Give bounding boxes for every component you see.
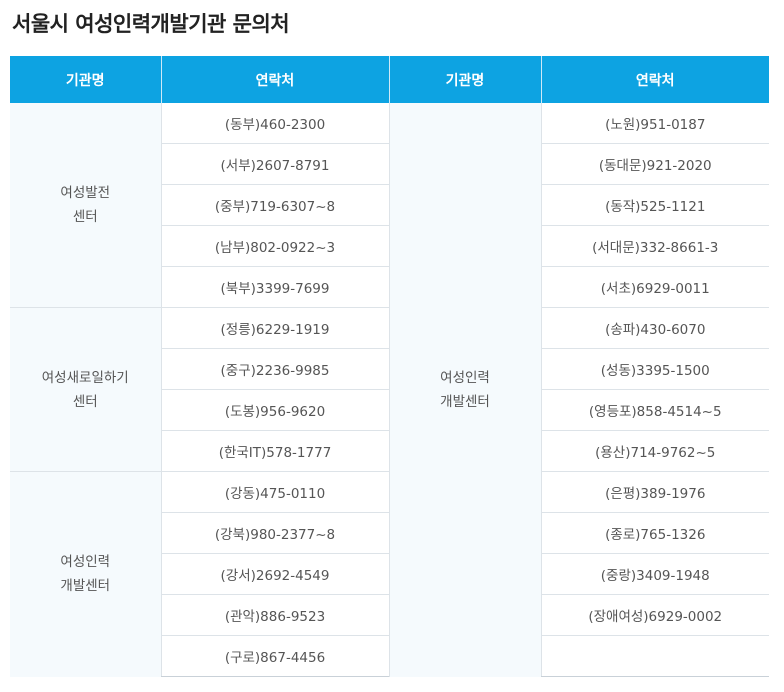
table-row: 여성발전 센터 (동부)460-2300 여성인력 개발센터 (노원)951-0… (10, 103, 769, 677)
table-header-row: 기관명 연락처 기관명 연락처 (10, 56, 769, 103)
contact-cell: (강서)2692-4549 (160, 553, 389, 595)
org-name-line: 여성새로일하기 (41, 369, 129, 386)
contact-cell: (북부)3399-7699 (160, 266, 389, 308)
contact-cell: (관악)886-9523 (160, 594, 389, 636)
org-name-line: 센터 (72, 209, 98, 225)
header-org-left: 기관명 (10, 56, 161, 103)
org-name-line: 여성인력 (60, 554, 111, 571)
contact-cell: (한국IT)578-1777 (160, 430, 389, 472)
org-name-line: 여성발전 (60, 185, 111, 201)
contact-cell: (서대문)332-8661-3 (540, 225, 769, 267)
contact-cell: (동부)460-2300 (160, 103, 389, 144)
org-name-line: 여성인력 (440, 369, 490, 386)
contact-cell: (강북)980-2377~8 (160, 512, 389, 554)
contact-cell: (강동)475-0110 (160, 471, 389, 513)
contact-cell: (용산)714-9762~5 (540, 430, 769, 472)
header-contact-left: 연락처 (160, 56, 389, 103)
contact-cell: (중부)719-6307~8 (160, 184, 389, 226)
org-name-cell-right: 여성인력 개발센터 (388, 103, 541, 677)
contact-cell: (성동)3395-1500 (540, 348, 769, 390)
contact-cell: (서부)2607-8791 (160, 143, 389, 185)
contact-table: 기관명 연락처 기관명 연락처 여성발전 센터 (동부)460-2300 여성인… (10, 56, 769, 677)
contact-cell-empty (540, 635, 769, 677)
org-name-cell: 여성발전 센터 (10, 103, 161, 308)
contact-cell: (은평)389-1976 (540, 471, 769, 513)
org-name-cell: 여성새로일하기 센터 (10, 307, 161, 472)
contact-cell: (정릉)6229-1919 (160, 307, 389, 349)
header-contact-right: 연락처 (540, 56, 769, 103)
org-name-line: 센터 (72, 393, 98, 410)
contact-cell: (구로)867-4456 (160, 635, 389, 677)
contact-cell: (동대문)921-2020 (540, 143, 769, 185)
contact-cell: (서초)6929-0011 (540, 266, 769, 308)
page-title: 서울시 여성인력개발기관 문의처 (12, 12, 290, 36)
org-name-line: 개발센터 (60, 578, 111, 595)
org-name-cell: 여성인력 개발센터 (10, 471, 161, 677)
contact-cell: (송파)430-6070 (540, 307, 769, 349)
contact-cell: (도봉)956-9620 (160, 389, 389, 431)
contact-cell: (동작)525-1121 (540, 184, 769, 226)
contact-cell: (영등포)858-4514~5 (540, 389, 769, 431)
contact-cell: (중구)2236-9985 (160, 348, 389, 390)
contact-cell: (장애여성)6929-0002 (540, 594, 769, 636)
org-name-line: 개발센터 (440, 393, 490, 410)
contact-cell: (종로)765-1326 (540, 512, 769, 554)
contact-cell: (남부)802-0922~3 (160, 225, 389, 267)
header-org-right: 기관명 (388, 56, 541, 103)
contact-cell: (노원)951-0187 (540, 103, 769, 144)
contact-cell: (중랑)3409-1948 (540, 553, 769, 595)
